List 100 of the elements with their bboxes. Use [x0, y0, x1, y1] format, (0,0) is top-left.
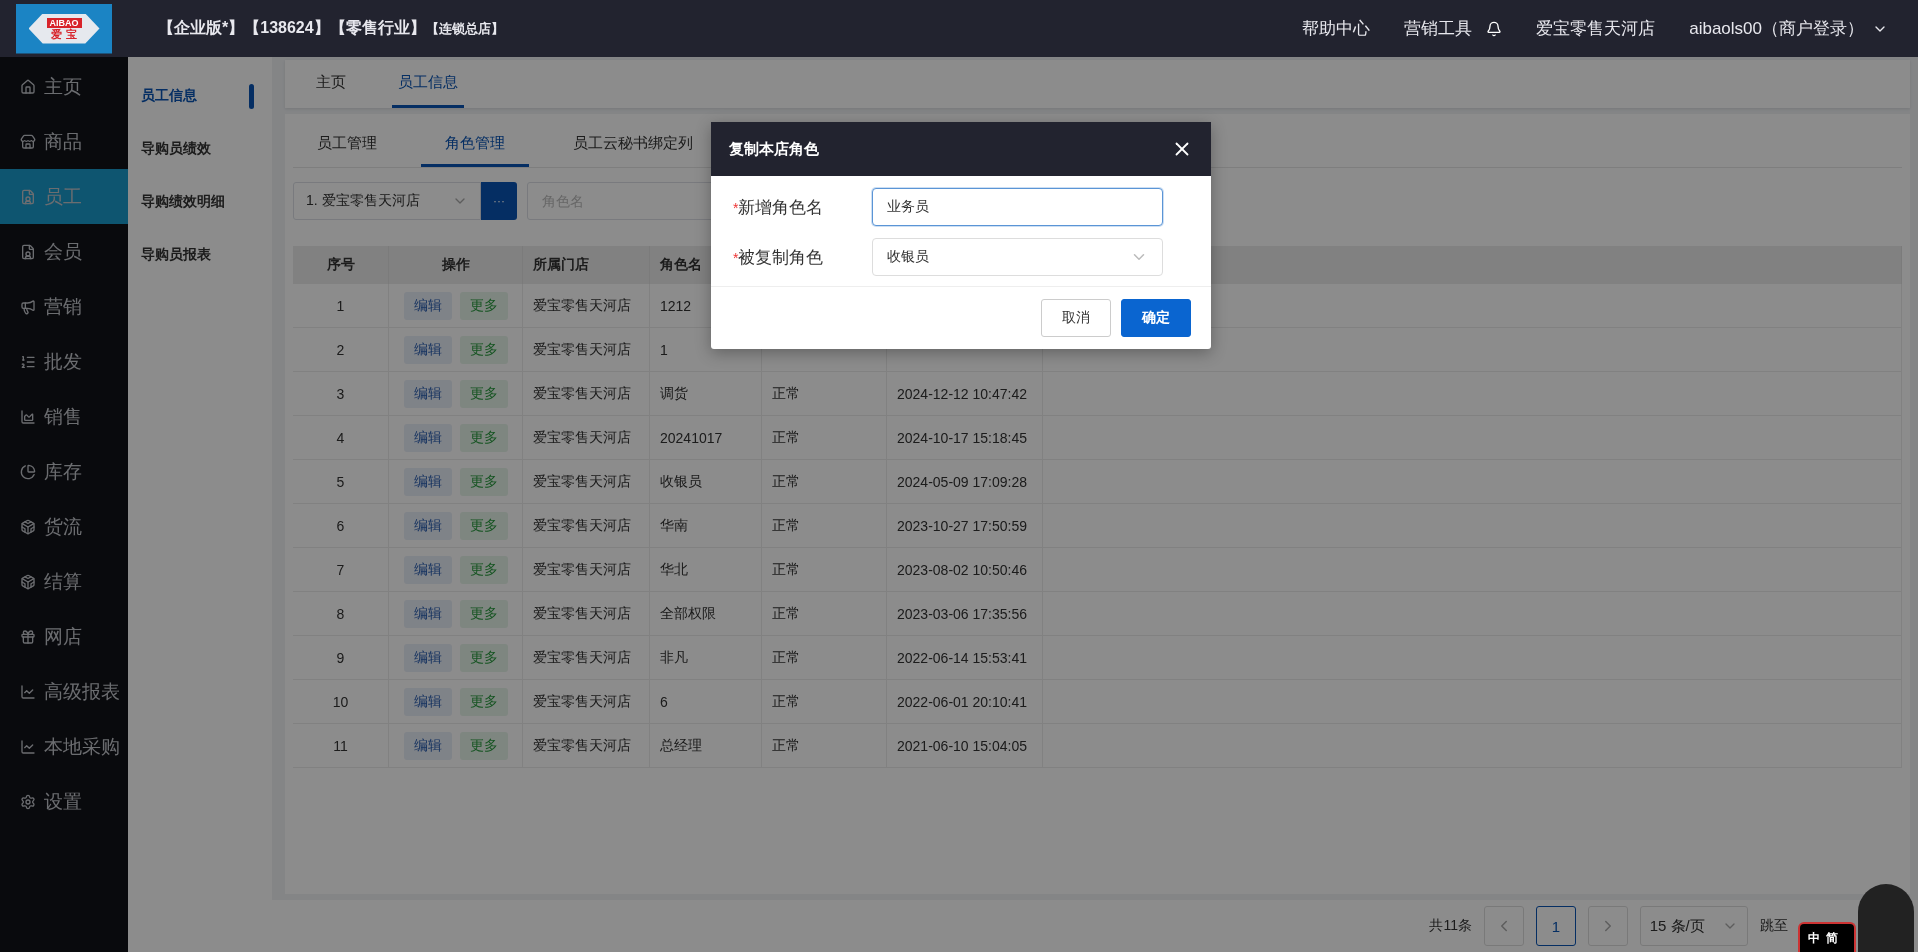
table-cell: 正常: [762, 372, 887, 416]
input-field[interactable]: 业务员: [872, 188, 1163, 226]
edit-button[interactable]: 编辑: [403, 555, 452, 584]
megaphone-icon: [20, 298, 36, 315]
table-cell: 2022-06-14 15:53:41: [887, 636, 1043, 680]
submenu-item[interactable]: 导购员报表: [128, 228, 272, 281]
table-cell: 爱宝零售天河店: [523, 680, 650, 724]
column-header: 序号: [293, 246, 389, 284]
table-cell: 爱宝零售天河店: [523, 548, 650, 592]
table-cell: 4: [293, 416, 389, 460]
edit-button[interactable]: 编辑: [403, 731, 452, 760]
sidebar-item[interactable]: 本地采购: [0, 719, 128, 774]
table-cell: 华北: [650, 548, 762, 592]
column-header: 所属门店: [523, 246, 650, 284]
sidebar-item[interactable]: 批发: [0, 334, 128, 389]
table-cell: 正常: [762, 724, 887, 768]
table-cell: 2022-06-01 20:10:41: [887, 680, 1043, 724]
more-button[interactable]: 更多: [459, 423, 508, 452]
role-select[interactable]: 收银员: [872, 238, 1163, 276]
sidebar-item[interactable]: 库存: [0, 444, 128, 499]
sub-tab[interactable]: 员工管理: [293, 122, 401, 167]
list-icon: [20, 353, 36, 370]
edit-button[interactable]: 编辑: [403, 335, 452, 364]
cube-icon: [20, 573, 36, 590]
edit-button[interactable]: 编辑: [403, 379, 452, 408]
sidebar-item[interactable]: 会员: [0, 224, 128, 279]
header-link[interactable]: 营销工具: [1404, 17, 1473, 40]
dialog-title: 复制本店角色: [729, 139, 819, 159]
page-tab[interactable]: 员工信息: [392, 60, 464, 108]
sidebar-item[interactable]: 结算: [0, 554, 128, 609]
account-id: 【138624】: [244, 18, 330, 38]
table-cell: 2024-10-17 15:18:45: [887, 416, 1043, 460]
bell-icon[interactable]: [1486, 20, 1503, 37]
submenu-item[interactable]: 导购绩效明细: [128, 175, 272, 228]
more-button[interactable]: 更多: [459, 731, 508, 760]
ime-toolbar[interactable]: 中 简: [1798, 922, 1856, 952]
sidebar-item[interactable]: 设置: [0, 774, 128, 829]
table-cell: 11: [293, 724, 389, 768]
edit-button[interactable]: 编辑: [403, 687, 452, 716]
edition-label: 【企业版*】: [158, 18, 245, 38]
page-size-select[interactable]: 15 条/页: [1640, 906, 1748, 946]
submenu-item[interactable]: 员工信息: [128, 69, 272, 122]
table-cell: 1: [293, 284, 389, 328]
sidebar-item[interactable]: 主页: [0, 59, 128, 114]
sidebar-item[interactable]: 高级报表: [0, 664, 128, 719]
more-button[interactable]: 更多: [459, 335, 508, 364]
submenu-item[interactable]: 导购员绩效: [128, 122, 272, 175]
table-cell: 6: [650, 680, 762, 724]
edit-button[interactable]: 编辑: [403, 423, 452, 452]
store-name[interactable]: 爱宝零售天河店: [1536, 17, 1656, 40]
edit-button[interactable]: 编辑: [403, 643, 452, 672]
sub-tab[interactable]: 角色管理: [421, 122, 529, 167]
edit-button[interactable]: 编辑: [403, 511, 452, 540]
page-button[interactable]: 1: [1536, 906, 1576, 946]
edit-button[interactable]: 编辑: [403, 599, 452, 628]
table-cell: 爱宝零售天河店: [523, 460, 650, 504]
table-cell: 2021-06-10 15:04:05: [887, 724, 1043, 768]
store-select[interactable]: 1. 爱宝零售天河店: [293, 182, 481, 220]
table-cell: 10: [293, 680, 389, 724]
cancel-button[interactable]: 取消: [1041, 299, 1111, 337]
table-cell: 7: [293, 548, 389, 592]
more-button[interactable]: 更多: [459, 599, 508, 628]
sidebar-item[interactable]: 网店: [0, 609, 128, 664]
sidebar-item[interactable]: 销售: [0, 389, 128, 444]
more-button[interactable]: 更多: [459, 643, 508, 672]
jump-label: 跳至: [1760, 917, 1788, 935]
table-cell: 爱宝零售天河店: [523, 724, 650, 768]
more-button[interactable]: 更多: [459, 379, 508, 408]
table-cell: 正常: [762, 592, 887, 636]
table-cell: 正常: [762, 460, 887, 504]
page-tab[interactable]: 主页: [310, 60, 352, 108]
sidebar-item[interactable]: 营销: [0, 279, 128, 334]
table-cell: 调货: [650, 372, 762, 416]
table-cell: 爱宝零售天河店: [523, 416, 650, 460]
confirm-button[interactable]: 确定: [1121, 299, 1191, 337]
more-button[interactable]: 更多: [459, 291, 508, 320]
table-cell: 2: [293, 328, 389, 372]
sidebar-item[interactable]: 商品: [0, 114, 128, 169]
header-link[interactable]: 帮助中心: [1302, 17, 1371, 40]
table-cell: 爱宝零售天河店: [523, 284, 650, 328]
more-button[interactable]: 更多: [459, 467, 508, 496]
table-cell: 2024-05-09 17:09:28: [887, 460, 1043, 504]
table-cell: 5: [293, 460, 389, 504]
user-menu[interactable]: aibaols00（商户登录）: [1689, 17, 1888, 40]
more-button[interactable]: ···: [481, 182, 517, 220]
table-cell: 8: [293, 592, 389, 636]
store-icon: [20, 133, 36, 150]
table-cell: 收银员: [650, 460, 762, 504]
table-cell: 正常: [762, 416, 887, 460]
more-button[interactable]: 更多: [459, 555, 508, 584]
sidebar-item[interactable]: 货流: [0, 499, 128, 554]
table-cell: 爱宝零售天河店: [523, 328, 650, 372]
more-button[interactable]: 更多: [459, 511, 508, 540]
gift-icon: [20, 628, 36, 645]
table-cell: 2023-10-27 17:50:59: [887, 504, 1043, 548]
edit-button[interactable]: 编辑: [403, 467, 452, 496]
edit-button[interactable]: 编辑: [403, 291, 452, 320]
table-cell: 爱宝零售天河店: [523, 592, 650, 636]
area-chart-icon: [20, 408, 36, 425]
more-button[interactable]: 更多: [459, 687, 508, 716]
